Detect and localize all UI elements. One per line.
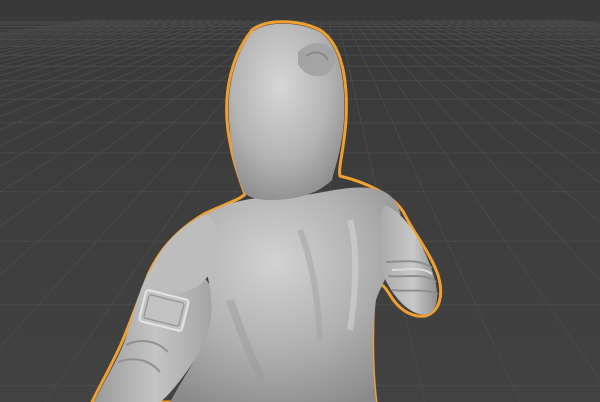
viewport-scene[interactable] <box>0 0 600 402</box>
3d-viewport[interactable] <box>0 0 600 402</box>
